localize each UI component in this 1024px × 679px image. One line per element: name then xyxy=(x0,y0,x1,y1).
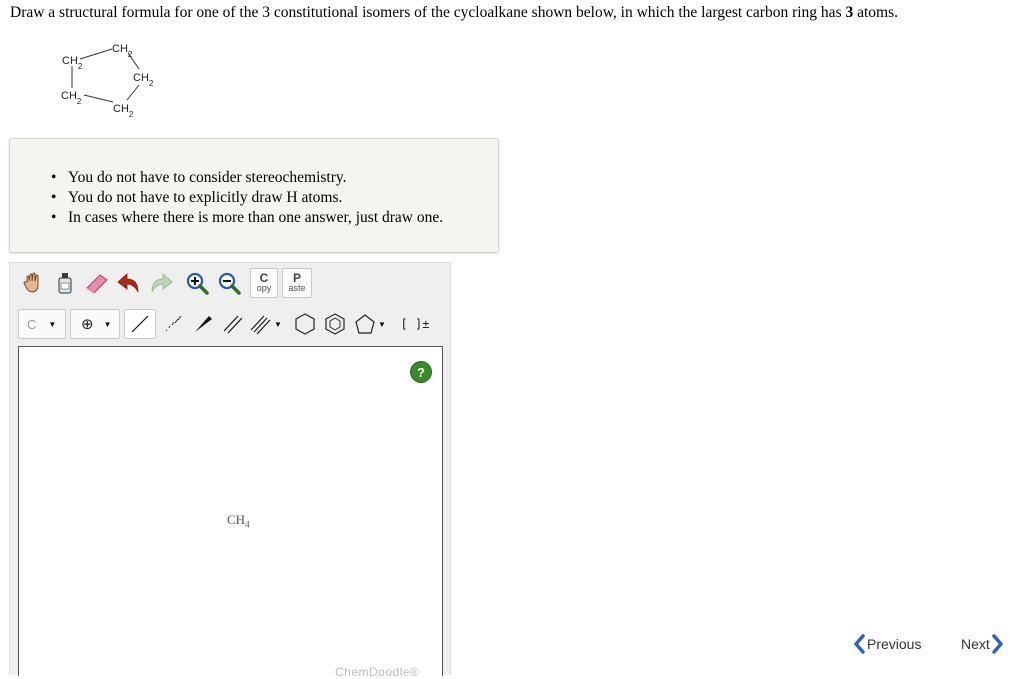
bracket-charge-label: [ ]± xyxy=(400,317,430,331)
atom-subscript: 4 xyxy=(245,519,250,530)
molecule-label-2: CH xyxy=(112,43,128,55)
chevron-right-icon xyxy=(992,634,1003,654)
bond-dropdown-caret-icon: ▼ xyxy=(274,319,282,329)
drawing-canvas[interactable]: ? CH4 ChemDoodle® xyxy=(18,346,443,679)
element-selector[interactable]: C ▼ xyxy=(18,309,66,339)
molecule-label-subscript: 2 xyxy=(77,97,82,106)
next-button[interactable]: Next xyxy=(961,634,1004,654)
chemdoodle-watermark: ChemDoodle® xyxy=(335,665,420,679)
paste-big-letter: P xyxy=(292,271,301,285)
cyclopentane-ring-icon[interactable]: ▼ xyxy=(350,309,390,339)
copy-small-text: opy xyxy=(256,283,272,293)
copy-big-letter: C xyxy=(259,271,269,285)
triple-bond-icon[interactable]: ▼ xyxy=(246,309,286,339)
molecule-label-3: CH xyxy=(133,72,149,84)
molecule-label-subscript: 2 xyxy=(149,79,154,88)
hint-item: You do not have to explicitly draw H ato… xyxy=(51,188,443,208)
zoom-in-icon[interactable] xyxy=(182,268,212,298)
eraser-icon[interactable] xyxy=(82,268,112,298)
hashed-bond-icon[interactable] xyxy=(158,309,188,339)
question-text: Draw a structural formula for one of the… xyxy=(10,4,898,22)
atom-label: CH xyxy=(227,512,246,527)
editor-toolbar-bottom: C ▼ ⊕ ▼ ▼ ▼ []± xyxy=(18,309,448,339)
hint-item: In cases where there is more than one an… xyxy=(51,208,443,228)
next-label: Next xyxy=(961,636,990,652)
charge-dropdown-caret-icon: ▼ xyxy=(103,319,112,329)
molecule-label-subscript: 2 xyxy=(78,62,83,71)
copy-button[interactable]: Copy xyxy=(250,268,278,298)
previous-label: Previous xyxy=(867,636,922,652)
benzene-ring-icon[interactable] xyxy=(320,309,350,339)
single-bond-icon xyxy=(131,315,149,333)
ring-dropdown-caret-icon: ▼ xyxy=(378,319,386,329)
molecule-label-5: CH xyxy=(113,103,129,115)
hint-list: You do not have to consider stereochemis… xyxy=(51,168,443,228)
chevron-left-icon xyxy=(854,634,865,654)
element-dropdown-caret-icon: ▼ xyxy=(48,319,57,329)
charge-selector[interactable]: ⊕ ▼ xyxy=(70,309,120,339)
clear-bottle-icon[interactable] xyxy=(50,268,80,298)
redo-icon[interactable] xyxy=(146,268,176,298)
molecule-label-ch2: CH2 xyxy=(112,43,133,59)
molecule-label-ch2: CH2 xyxy=(113,103,134,119)
canvas-atom-methane[interactable]: CH4 xyxy=(227,512,250,530)
single-bond-button[interactable] xyxy=(124,309,156,339)
wedge-bond-icon[interactable] xyxy=(188,309,218,339)
copy-button-label: Copy xyxy=(256,271,272,293)
cyclopentane-structure: CH2 CH2 CH2 CH2 CH2 xyxy=(61,43,154,119)
editor-toolbar-top: Copy Paste xyxy=(18,268,448,298)
question-text-main: Draw a structural formula for one of the… xyxy=(10,4,846,21)
zoom-out-icon[interactable] xyxy=(214,268,244,298)
molecule-label-ch2: CH2 xyxy=(133,72,154,88)
help-icon[interactable]: ? xyxy=(410,361,432,383)
hint-box: You do not have to consider stereochemis… xyxy=(9,138,499,253)
molecule-label-1: CH xyxy=(62,55,78,67)
hint-item: You do not have to consider stereochemis… xyxy=(51,168,443,188)
previous-button[interactable]: Previous xyxy=(853,634,921,654)
paste-button[interactable]: Paste xyxy=(282,268,312,298)
hand-icon[interactable] xyxy=(18,268,48,298)
undo-icon[interactable] xyxy=(114,268,144,298)
paste-small-text: aste xyxy=(288,283,306,293)
molecule-label-subscript: 2 xyxy=(128,50,133,59)
chem-editor: Copy Paste C ▼ ⊕ ▼ ▼ ▼ []± ? CH4 ChemDo… xyxy=(9,262,451,679)
paste-button-label: Paste xyxy=(288,271,306,293)
double-bond-icon[interactable] xyxy=(218,309,248,339)
charge-plus-icon: ⊕ xyxy=(81,315,94,333)
molecule-label-4: CH xyxy=(61,90,77,102)
bracket-charge-icon[interactable]: [ ]± xyxy=(398,309,432,339)
molecule-label-subscript: 2 xyxy=(129,110,134,119)
cyclohexane-ring-icon[interactable] xyxy=(290,309,320,339)
molecule-label-ch2: CH2 xyxy=(61,90,82,106)
question-text-end: atoms. xyxy=(853,4,899,21)
element-selected: C xyxy=(27,316,37,332)
